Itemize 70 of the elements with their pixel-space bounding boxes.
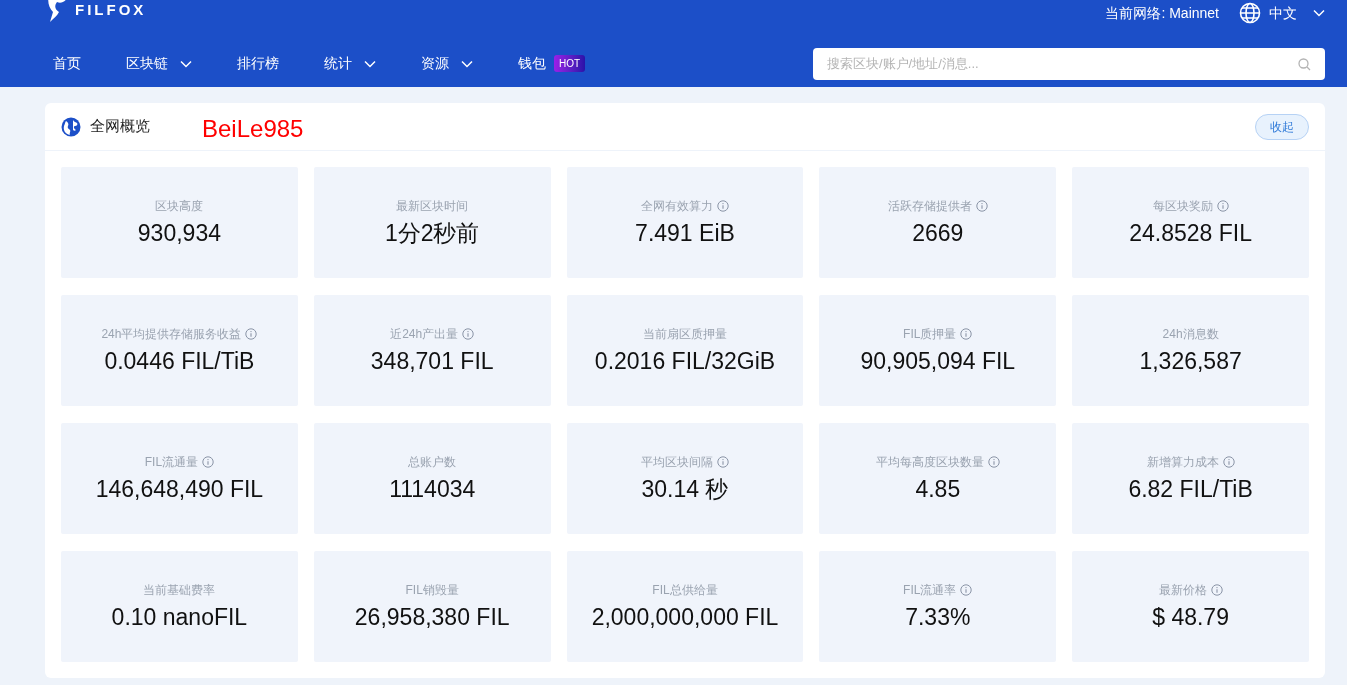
info-icon[interactable] <box>987 456 1000 469</box>
stat-value: 0.0446 FIL/TiB <box>104 347 255 377</box>
stat-label: 最新区块时间 <box>396 198 469 216</box>
info-icon[interactable] <box>960 584 973 597</box>
stat-label: FIL质押量 <box>903 326 957 344</box>
logo-text[interactable]: FILFOX <box>75 0 147 21</box>
stat-value: 2669 <box>912 219 964 249</box>
stat-label: FIL流通率 <box>903 582 957 600</box>
stat-label: 24h消息数 <box>1162 326 1219 344</box>
globe-icon <box>61 116 81 137</box>
globe-icon <box>1239 2 1261 24</box>
stat-label: 最新价格 <box>1158 582 1207 600</box>
stat-value: 30.14 秒 <box>641 475 729 505</box>
stat-value: 348,701 FIL <box>370 347 494 377</box>
nav-item[interactable]: 区块链 <box>126 53 192 74</box>
stat-value: 0.2016 FIL/32GiB <box>594 347 776 377</box>
info-icon[interactable] <box>245 328 258 341</box>
stat-label: 每区块奖励 <box>1152 198 1213 216</box>
stat-label: FIL流通量 <box>144 454 199 472</box>
info-icon[interactable] <box>717 456 729 469</box>
nav-item[interactable]: 钱包 HOT <box>518 53 586 74</box>
network-label: 当前网络: Mainnet <box>1105 3 1219 23</box>
nav-item[interactable]: 首页 <box>53 53 81 74</box>
stat-label: 活跃存储提供者 <box>887 198 972 216</box>
stat-value: 0.10 nanoFIL <box>111 603 248 633</box>
stat-value: 4.85 <box>915 475 961 505</box>
collapse-button[interactable]: 收起 <box>1255 113 1309 140</box>
search-icon[interactable] <box>1298 57 1311 71</box>
nav-item[interactable]: 排行榜 <box>237 53 279 74</box>
stat-label: 当前扇区质押量 <box>643 326 727 344</box>
chevron-down-icon <box>1313 9 1325 17</box>
language-selector[interactable]: 中文 <box>1239 2 1325 24</box>
stat-value: $ 48.79 <box>1152 603 1229 633</box>
stat-value: 90,905,094 FIL <box>860 347 1016 377</box>
stat-label: 平均区块间隔 <box>641 454 713 472</box>
stat-label: 新增算力成本 <box>1146 454 1219 472</box>
stat-value: 6.82 FIL/TiB <box>1128 475 1253 505</box>
stat-value: 1114034 <box>389 475 476 505</box>
stat-label: 平均每高度区块数量 <box>875 454 984 472</box>
info-icon[interactable] <box>462 328 475 341</box>
stat-label: 总账户数 <box>408 454 457 472</box>
info-icon[interactable] <box>1222 456 1235 469</box>
stat-value: 24.8528 FIL <box>1129 219 1252 249</box>
nav-item[interactable]: 资源 <box>421 53 473 74</box>
section-title: 全网概览 <box>90 116 150 137</box>
info-icon[interactable] <box>202 456 215 469</box>
info-icon[interactable] <box>717 200 729 213</box>
info-icon[interactable] <box>975 200 988 213</box>
annotation-text: BeiLe985 <box>202 113 304 144</box>
stat-value: 146,648,490 FIL <box>95 475 264 505</box>
stat-label: 全网有效算力 <box>641 198 713 216</box>
stat-label: 24h平均提供存储服务收益 <box>101 326 242 344</box>
stat-value: 2,000,000,000 FIL <box>591 603 779 633</box>
nav-item[interactable]: 统计 <box>324 53 376 74</box>
stat-value: 1,326,587 <box>1139 347 1242 377</box>
stat-label: FIL销毁量 <box>405 582 459 600</box>
stat-value: 7.33% <box>905 603 971 633</box>
stat-value: 26,958,380 FIL <box>354 603 510 633</box>
search-field[interactable]: 搜索区块/账户/地址/消息... <box>813 47 1325 80</box>
hot-badge: HOT <box>554 55 586 72</box>
stat-label: 当前基础费率 <box>143 582 216 600</box>
info-icon[interactable] <box>1216 200 1229 213</box>
stat-label: FIL总供给量 <box>652 582 718 600</box>
info-icon[interactable] <box>960 328 973 341</box>
stat-label: 近24h产出量 <box>390 326 459 344</box>
stat-value: 1分2秒前 <box>384 219 480 249</box>
stat-value: 930,934 <box>137 219 221 249</box>
info-icon[interactable] <box>1210 584 1223 597</box>
stat-label: 区块高度 <box>155 198 204 216</box>
stat-value: 7.491 EiB <box>635 219 735 249</box>
